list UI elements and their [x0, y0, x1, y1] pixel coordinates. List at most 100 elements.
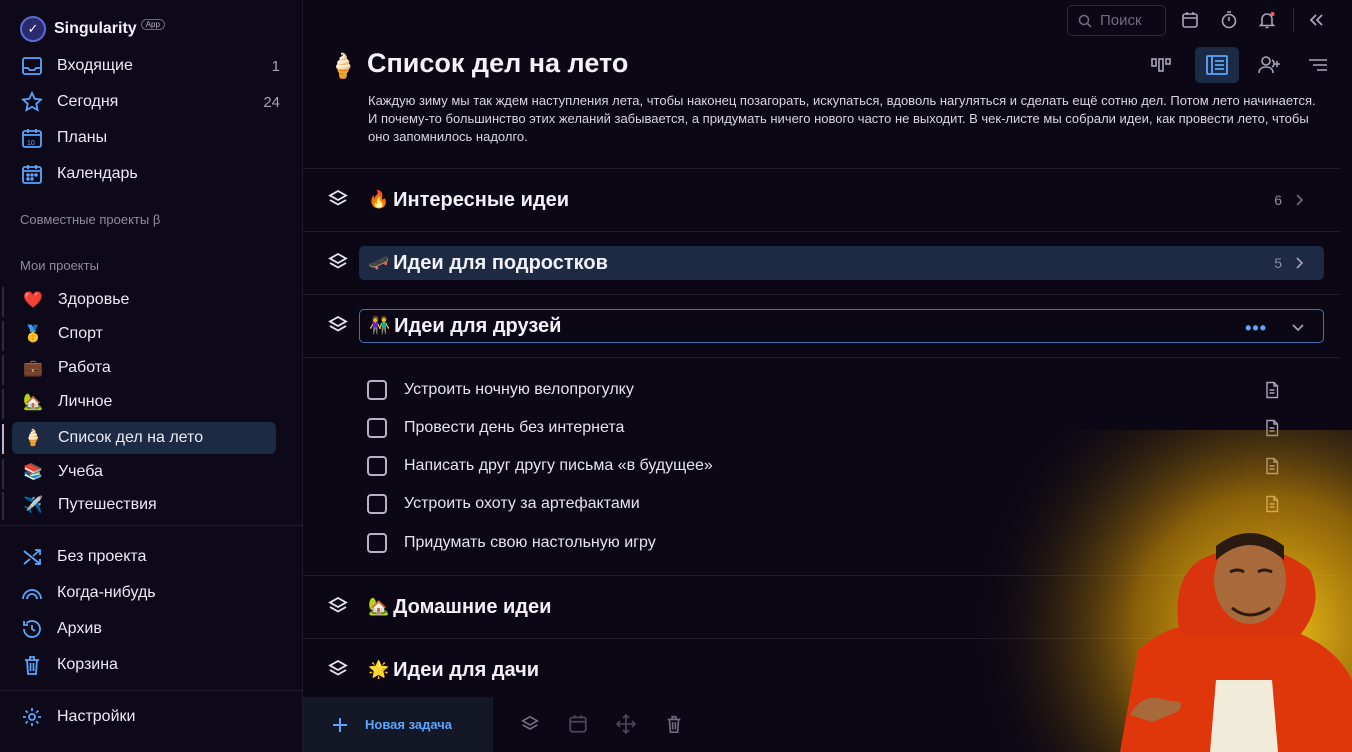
heart-icon: ❤️ — [23, 292, 43, 309]
note-icon[interactable] — [1263, 495, 1281, 513]
move-button[interactable] — [615, 713, 637, 735]
new-task-button[interactable]: Новая задача — [303, 697, 493, 752]
add-section-button[interactable] — [519, 713, 541, 735]
nav-item-inbox[interactable]: Входящие 1 — [20, 51, 282, 81]
delete-button[interactable] — [663, 713, 685, 735]
project-item-health[interactable]: ❤️ Здоровье — [12, 284, 276, 316]
page-title[interactable]: Список дел на лето — [367, 48, 628, 79]
inbox-icon — [20, 54, 44, 78]
section-count: 5 — [1274, 255, 1282, 271]
section-header[interactable]: 🔥 Интересные идеи 6 — [359, 183, 1324, 217]
house-icon: 🏡 — [23, 394, 43, 411]
note-icon[interactable] — [1263, 457, 1281, 475]
nav-item-plans[interactable]: 10 Планы — [20, 123, 282, 153]
section-title: Домашние идеи — [393, 595, 552, 618]
app-name: Singularity — [54, 20, 137, 37]
timer-button[interactable] — [1218, 9, 1240, 31]
nav-item-trash[interactable]: Корзина — [20, 650, 282, 680]
nav-item-settings[interactable]: Настройки — [20, 702, 282, 732]
calendar-icon — [20, 162, 44, 186]
project-item-sport[interactable]: 🥇 Спорт — [12, 318, 276, 350]
layers-icon[interactable] — [327, 251, 349, 273]
nav-item-count: 1 — [271, 57, 280, 75]
task-row[interactable]: Устроить ночную велопрогулку — [367, 375, 1297, 405]
double-chevron-left-icon — [1309, 14, 1323, 26]
notifications-button[interactable] — [1256, 9, 1278, 31]
project-item-work[interactable]: 💼 Работа — [12, 352, 276, 384]
more-options-icon[interactable]: ••• — [1245, 318, 1267, 339]
collapse-panel-button[interactable] — [1305, 9, 1327, 31]
sidebar-divider — [0, 690, 303, 691]
my-projects-heading[interactable]: Мои проекты — [20, 258, 99, 273]
set-date-button[interactable] — [567, 713, 589, 735]
house-icon: 🏡 — [368, 597, 390, 616]
section-header[interactable]: 🏡 Домашние идеи — [359, 590, 1324, 624]
task-section-interesting: 🔥 Интересные идеи 6 — [303, 169, 1340, 231]
chevron-right-icon[interactable] — [1292, 193, 1306, 207]
task-row[interactable]: Провести день без интернета — [367, 413, 1297, 443]
section-header[interactable]: 🛹 Идеи для подростков 5 — [359, 246, 1324, 280]
task-title[interactable]: Устроить охоту за артефактами — [404, 495, 640, 513]
rainbow-icon — [20, 581, 44, 605]
layers-icon[interactable] — [327, 595, 349, 617]
calendar-icon — [569, 715, 587, 733]
nav-item-calendar[interactable]: Календарь — [20, 159, 282, 189]
task-title[interactable]: Написать друг другу письма «в будущее» — [404, 457, 713, 475]
chevron-down-icon[interactable] — [1291, 320, 1305, 334]
task-row[interactable]: Написать друг другу письма «в будущее» — [367, 451, 1297, 481]
note-icon[interactable] — [1263, 381, 1281, 399]
task-checkbox[interactable] — [367, 418, 387, 438]
calendar-10-icon: 10 — [20, 126, 44, 150]
task-checkbox[interactable] — [367, 380, 387, 400]
nav-item-someday[interactable]: Когда-нибудь — [20, 578, 282, 608]
shared-projects-heading[interactable]: Совместные проекты β — [20, 212, 160, 227]
layers-icon[interactable] — [327, 658, 349, 680]
section-header[interactable]: 👫 Идеи для друзей ••• — [359, 309, 1324, 343]
project-color-bar — [2, 355, 4, 385]
task-section-dacha: 🌟 Идеи для дачи — [303, 639, 1340, 701]
project-description[interactable]: Каждую зиму мы так ждем наступления лета… — [368, 92, 1318, 146]
search-input[interactable]: Поиск — [1067, 5, 1166, 36]
trash-icon — [667, 715, 681, 733]
sidebar: ✓ Singularity App Входящие 1 Сегодня 24 … — [0, 0, 303, 752]
task-checkbox[interactable] — [367, 494, 387, 514]
nav-item-label: Настройки — [57, 708, 136, 725]
app-brand[interactable]: ✓ Singularity App — [20, 16, 165, 42]
task-title[interactable]: Устроить ночную велопрогулку — [404, 381, 634, 399]
task-checkbox[interactable] — [367, 533, 387, 553]
toolbar-separator — [1293, 9, 1294, 31]
section-title: Интересные идеи — [393, 188, 569, 211]
project-item-summer[interactable]: 🍦 Список дел на лето — [12, 422, 276, 454]
project-item-personal[interactable]: 🏡 Личное — [12, 386, 276, 418]
task-row[interactable]: Устроить охоту за артефактами — [367, 489, 1297, 519]
sort-filter-button[interactable] — [1296, 47, 1340, 83]
project-label: Работа — [58, 359, 111, 376]
project-item-study[interactable]: 📚 Учеба — [12, 456, 276, 488]
kanban-view-button[interactable] — [1139, 47, 1183, 83]
airplane-icon: ✈️ — [23, 497, 43, 514]
share-users-button[interactable] — [1248, 47, 1292, 83]
calendar-button[interactable] — [1179, 9, 1201, 31]
note-icon[interactable] — [1263, 419, 1281, 437]
project-label: Личное — [58, 393, 113, 410]
section-title: Идеи для дачи — [393, 658, 540, 681]
nav-item-count: 24 — [263, 93, 280, 111]
project-item-travel[interactable]: ✈️ Путешествия — [12, 489, 276, 521]
nav-item-no-project[interactable]: Без проекта — [20, 542, 282, 572]
nav-item-today[interactable]: Сегодня 24 — [20, 87, 282, 117]
nav-item-archive[interactable]: Архив — [20, 614, 282, 644]
star-icon — [20, 90, 44, 114]
task-title[interactable]: Придумать свою настольную игру — [404, 534, 656, 552]
project-color-bar — [2, 459, 4, 489]
project-label: Список дел на лето — [58, 429, 204, 446]
task-title[interactable]: Провести день без интернета — [404, 419, 624, 437]
layers-icon[interactable] — [327, 314, 349, 336]
move-arrows-icon — [616, 714, 636, 734]
section-header[interactable]: 🌟 Идеи для дачи — [359, 653, 1324, 687]
task-checkbox[interactable] — [367, 456, 387, 476]
project-color-bar — [2, 492, 4, 520]
layers-icon[interactable] — [327, 188, 349, 210]
list-view-button[interactable] — [1195, 47, 1239, 83]
chevron-right-icon[interactable] — [1292, 256, 1306, 270]
task-row[interactable]: Придумать свою настольную игру — [367, 528, 1297, 558]
